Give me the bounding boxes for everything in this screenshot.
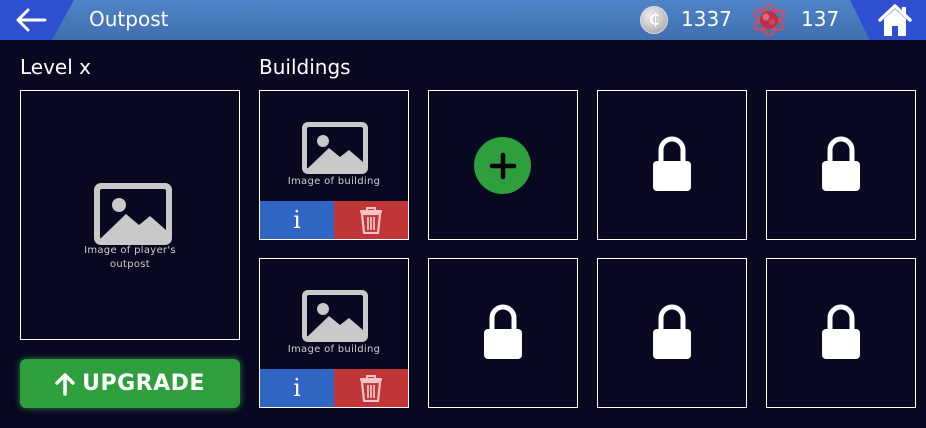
building-slot-occupied[interactable]: Image of building i [259, 258, 409, 408]
info-icon: i [293, 374, 301, 402]
lock-icon [484, 304, 522, 359]
lock-icon [822, 304, 860, 359]
level-label: Level x [20, 55, 91, 79]
lock-icon [653, 136, 691, 191]
atom-count: 137 [801, 7, 840, 31]
buildings-section-title: Buildings [259, 55, 351, 79]
trash-icon [360, 375, 382, 402]
building-slot-empty[interactable] [428, 90, 578, 240]
home-icon [878, 4, 912, 36]
building-slot-locked [766, 90, 916, 240]
building-slot-locked [428, 258, 578, 408]
building-info-button[interactable]: i [260, 369, 334, 407]
back-arrow-icon [16, 8, 47, 32]
building-image-caption: Image of building [287, 176, 381, 187]
lock-icon [822, 136, 860, 191]
coin-count: 1337 [681, 7, 732, 31]
arrow-up-icon [55, 372, 75, 396]
outpost-image-frame: Image of player's outpost [20, 90, 240, 340]
image-placeholder-icon [302, 122, 368, 174]
building-slot-locked [597, 90, 747, 240]
image-placeholder-icon [94, 183, 172, 245]
upgrade-label: UPGRADE [82, 371, 205, 396]
back-button[interactable] [14, 6, 48, 34]
outpost-image-caption-line1: Image of player's [84, 245, 176, 256]
building-image-caption: Image of building [287, 344, 381, 355]
image-placeholder-icon [302, 290, 368, 342]
home-button[interactable] [876, 2, 914, 38]
top-bar: Outpost ₵ 1337 137 [0, 0, 926, 40]
atom-icon [753, 4, 785, 36]
add-building-button[interactable] [474, 137, 531, 194]
building-slot-locked [597, 258, 747, 408]
plus-icon [489, 152, 516, 179]
building-slot-locked [766, 258, 916, 408]
lock-icon [653, 304, 691, 359]
building-info-button[interactable]: i [260, 201, 334, 239]
building-slot-occupied[interactable]: Image of building i [259, 90, 409, 240]
info-icon: i [293, 206, 301, 234]
trash-icon [360, 207, 382, 234]
page-title: Outpost [89, 7, 169, 31]
outpost-image-caption-line2: outpost [109, 259, 151, 270]
coin-icon: ₵ [640, 6, 668, 34]
coin-symbol: ₵ [648, 10, 660, 30]
building-delete-button[interactable] [334, 201, 408, 239]
upgrade-button[interactable]: UPGRADE [20, 359, 240, 408]
building-delete-button[interactable] [334, 369, 408, 407]
